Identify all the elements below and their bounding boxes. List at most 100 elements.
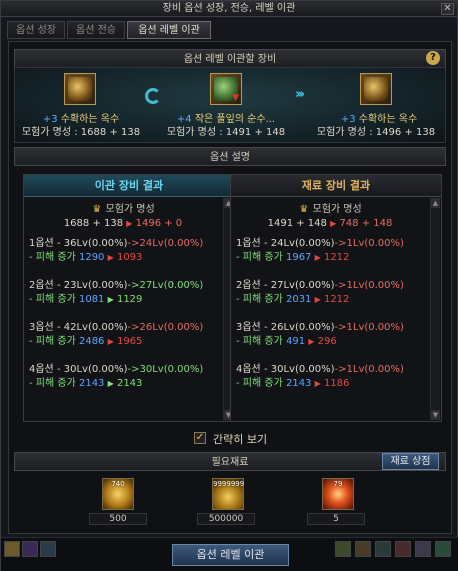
option-text: 1옵션 - 24Lv(0.00%): [236, 238, 335, 249]
left-damage-3: - 피해 증가 2486 ▶ 1965: [29, 335, 142, 349]
skill-slot-icon[interactable]: [4, 541, 20, 557]
left-option-3: 3옵션 - 42Lv(0.00%)->26Lv(0.00%): [29, 321, 203, 335]
material-item-slot[interactable]: ▼: [210, 73, 242, 105]
source-item-slot[interactable]: [64, 73, 96, 105]
increase-arrow-icon: ▶: [107, 295, 114, 304]
damage-label: - 피해 증가: [236, 294, 283, 305]
skill-slot-icon[interactable]: [40, 541, 56, 557]
option-text: 4옵션 - 30Lv(0.00%): [29, 364, 128, 375]
damage-before: 2143: [78, 378, 105, 389]
right-fame-values: 1491 + 148 ▶ 748 + 148: [231, 217, 429, 231]
gauntlet-icon: [364, 77, 388, 101]
close-icon[interactable]: ✕: [441, 3, 454, 15]
right-damage-3: - 피해 증가 491 ▶ 296: [236, 335, 337, 349]
result-item-slot[interactable]: [360, 73, 392, 105]
damage-after: 1093: [116, 252, 143, 263]
quickslot-icon[interactable]: [395, 541, 411, 557]
damage-before: 2031: [285, 294, 312, 305]
damage-label: - 피해 증가: [29, 378, 76, 389]
option-text: 2옵션 - 23Lv(0.00%): [29, 280, 128, 291]
decrease-arrow-icon: ▶: [330, 219, 337, 228]
right-damage-2: - 피해 증가 2031 ▶ 1212: [236, 293, 349, 307]
option-arrow: ->: [334, 322, 347, 333]
quickslot-icon[interactable]: [355, 541, 371, 557]
right-option-1: 1옵션 - 24Lv(0.00%)->1Lv(0.00%): [236, 237, 404, 251]
decrease-arrow-icon: ▶: [314, 295, 321, 304]
option-level-transfer-button[interactable]: 옵션 레벨 이관: [172, 544, 289, 566]
window-titlebar[interactable]: 장비 옵션 성장, 전승, 레벨 이관 ✕: [1, 1, 457, 17]
left-option-2: 2옵션 - 23Lv(0.00%)->27Lv(0.00%): [29, 279, 203, 293]
material-item-name: +4 작은 풀잎의 순수...: [161, 114, 291, 126]
description-header-label: 옵션 설명: [210, 152, 250, 163]
source-item-name: +3 수확하는 옥수: [21, 114, 141, 126]
quickslot-icon[interactable]: [335, 541, 351, 557]
option-after: 1Lv(0.00%): [346, 364, 404, 375]
left-damage-4: - 피해 증가 2143 ▶ 2143: [29, 377, 142, 391]
option-after: 1Lv(0.00%): [346, 322, 404, 333]
left-fame-label-row: ♛ 모험가 명성: [24, 203, 222, 217]
material-required-1: 500: [89, 513, 147, 525]
gold-icon[interactable]: 9999999: [212, 478, 244, 510]
damage-before: 491: [285, 336, 306, 347]
decrease-arrow-icon: ▶: [126, 219, 133, 228]
tab-option-growth[interactable]: 옵션 성장: [7, 21, 65, 39]
right-option-2: 2옵션 - 27Lv(0.00%)->1Lv(0.00%): [236, 279, 404, 293]
damage-label: - 피해 증가: [29, 252, 76, 263]
material-item-plus: +4: [176, 114, 192, 125]
left-fame-after: 1496 + 0: [135, 218, 183, 229]
result-item-plus: +3: [340, 114, 356, 125]
transfer-arrow-icon: ›››: [295, 87, 305, 102]
result-item-fame: 모험가 명성 : 1496 + 138: [316, 127, 436, 138]
left-option-4: 4옵션 - 30Lv(0.00%)->30Lv(0.00%): [29, 363, 203, 377]
decrease-arrow-icon: ▶: [314, 253, 321, 262]
tab-option-inherit[interactable]: 옵션 전승: [67, 21, 125, 39]
damage-label: - 피해 증가: [236, 336, 283, 347]
scroll-up-icon[interactable]: ▲: [431, 198, 440, 208]
option-after: 30Lv(0.00%): [139, 364, 204, 375]
material-owned-count: 79: [333, 480, 343, 488]
quickslot-icon[interactable]: [435, 541, 451, 557]
option-level-transfer-window: 장비 옵션 성장, 전승, 레벨 이관 ✕ 옵션 성장 옵션 전승 옵션 레벨 …: [0, 0, 458, 571]
arrow-down-icon: ▼: [232, 93, 239, 103]
damage-after: 1212: [323, 252, 350, 263]
option-after: 26Lv(0.00%): [139, 322, 204, 333]
source-item-title: 수확하는 옥수: [60, 114, 120, 125]
exchange-icon: [145, 88, 161, 104]
quickslot-icon[interactable]: [375, 541, 391, 557]
source-item-plus: +3: [42, 114, 58, 125]
damage-after: 2143: [116, 378, 143, 389]
window-title: 장비 옵션 성장, 전승, 레벨 이관: [162, 3, 296, 14]
result-item-title: 수확하는 옥수: [358, 114, 418, 125]
right-damage-1: - 피해 증가 1967 ▶ 1212: [236, 251, 349, 265]
help-icon[interactable]: ?: [426, 51, 440, 65]
material-shop-button[interactable]: 재료 상점: [382, 453, 439, 470]
right-scrollbar[interactable]: ▲ ▼: [430, 198, 440, 420]
simple-view-checkbox[interactable]: ✓: [194, 432, 206, 444]
right-fame-before: 1491 + 148: [267, 218, 327, 229]
option-arrow: ->: [127, 364, 140, 375]
crystal-icon[interactable]: 740: [102, 478, 134, 510]
left-fame-values: 1688 + 138 ▶ 1496 + 0: [24, 217, 222, 231]
damage-label: - 피해 증가: [236, 252, 283, 263]
quickslot-icon[interactable]: [415, 541, 431, 557]
essence-icon[interactable]: 79: [322, 478, 354, 510]
option-text: 4옵션 - 30Lv(0.00%): [236, 364, 335, 375]
material-item-fame: 모험가 명성 : 1491 + 148: [166, 127, 286, 138]
option-after: 1Lv(0.00%): [346, 280, 404, 291]
left-result-panel: 이관 장비 결과 ♛ 모험가 명성 1688 + 138 ▶ 1496 + 0 …: [23, 174, 235, 422]
description-header: 옵션 설명: [14, 147, 446, 166]
simple-view-label[interactable]: 간략히 보기: [213, 431, 267, 447]
material-required-2: 500000: [197, 513, 255, 525]
damage-before: 2143: [285, 378, 312, 389]
damage-label: - 피해 증가: [236, 378, 283, 389]
damage-after: 296: [317, 336, 337, 347]
option-arrow: ->: [127, 238, 140, 249]
material-required-3: 5: [307, 513, 365, 525]
scroll-down-icon[interactable]: ▼: [431, 410, 440, 420]
right-option-4: 4옵션 - 30Lv(0.00%)->1Lv(0.00%): [236, 363, 404, 377]
left-result-body: ♛ 모험가 명성 1688 + 138 ▶ 1496 + 0 1옵션 - 36L…: [24, 197, 222, 421]
tab-option-level-transfer[interactable]: 옵션 레벨 이관: [127, 21, 211, 39]
skill-slot-icon[interactable]: [22, 541, 38, 557]
right-result-body: ♛ 모험가 명성 1491 + 148 ▶ 748 + 148 1옵션 - 24…: [231, 197, 429, 421]
right-fame-label-row: ♛ 모험가 명성: [231, 203, 429, 217]
